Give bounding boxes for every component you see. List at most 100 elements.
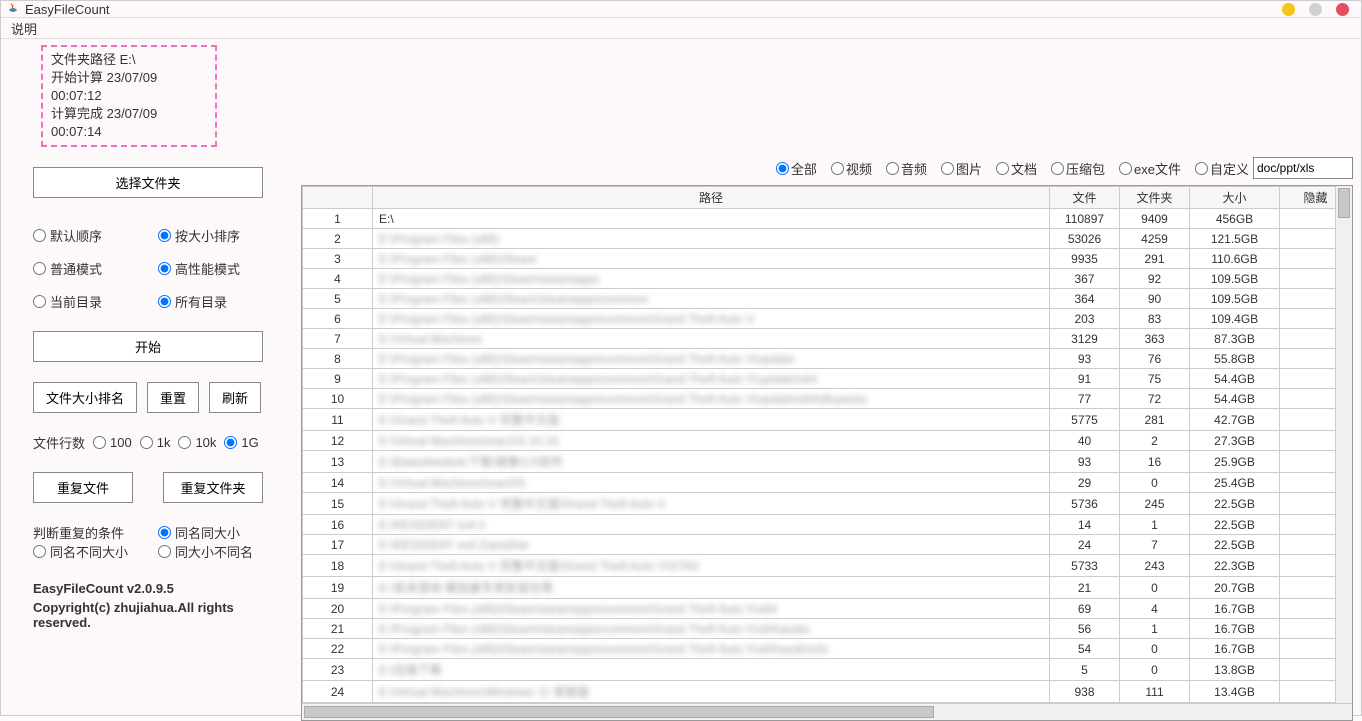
rows-1k-radio[interactable] [140, 436, 153, 449]
status-start: 开始计算 23/07/09 00:07:12 [51, 69, 207, 105]
table-row[interactable]: 14E:\Virtual Machines\macOS29025.4GB [303, 473, 1352, 493]
cell-index: 11 [303, 409, 373, 431]
table-container: 路径 文件 文件夹 大小 隐藏 1E:\1108979409456GB2E:\P… [301, 185, 1353, 721]
table-row[interactable]: 16E:\RESIDENT evil 214122.5GB [303, 515, 1352, 535]
rank-button[interactable]: 文件大小排名 [33, 382, 137, 413]
mode-high-radio[interactable]: 高性能模式 [158, 259, 283, 278]
titlebar: EasyFileCount [1, 1, 1361, 17]
filter-all-radio[interactable]: 全部 [776, 159, 817, 178]
table-row[interactable]: 17E:\RESIDENT evil 2\another24722.5GB [303, 535, 1352, 555]
window: EasyFileCount 说明 文件夹 路径 E:\ 开始计算 23/07/09… [0, 0, 1362, 716]
filter-archive-radio[interactable]: 压缩包 [1051, 159, 1105, 178]
dir-current-radio[interactable]: 当前目录 [33, 292, 158, 311]
col-files-header[interactable]: 文件 [1050, 187, 1120, 209]
cell-files: 93 [1050, 451, 1120, 473]
menu-help[interactable]: 说明 [3, 17, 45, 40]
col-dirs-header[interactable]: 文件夹 [1120, 187, 1190, 209]
cell-files: 5733 [1050, 555, 1120, 577]
cell-dirs: 90 [1120, 289, 1190, 309]
vertical-scroll-thumb[interactable] [1338, 188, 1350, 218]
table-header-row: 路径 文件 文件夹 大小 隐藏 [303, 187, 1352, 209]
table-row[interactable]: 1E:\1108979409456GB [303, 209, 1352, 229]
cell-files: 938 [1050, 681, 1120, 703]
cell-files: 364 [1050, 289, 1120, 309]
horizontal-scroll-thumb[interactable] [304, 706, 934, 718]
dir-all-radio[interactable]: 所有目录 [158, 292, 283, 311]
filter-custom-input[interactable] [1253, 157, 1353, 179]
table-row[interactable]: 11E:\Grand Theft Auto V 完整中文版577528142.7… [303, 409, 1352, 431]
table-row[interactable]: 3E:\Program Files (x86)\Steam9935291110.… [303, 249, 1352, 269]
select-folder-button[interactable]: 选择文件夹 [33, 167, 263, 198]
cell-index: 4 [303, 269, 373, 289]
reset-button[interactable]: 重置 [147, 382, 199, 413]
status-done: 计算完成 23/07/09 00:07:14 [51, 105, 207, 141]
cond-label: 判断重复的条件 [33, 523, 158, 542]
cell-index: 23 [303, 659, 373, 681]
table-row[interactable]: 4E:\Program Files (x86)\Steam\steamapps3… [303, 269, 1352, 289]
cell-index: 9 [303, 369, 373, 389]
cell-dirs: 291 [1120, 249, 1190, 269]
table-row[interactable]: 15E:\Grand Theft Auto V 完整中文版\Grand Thef… [303, 493, 1352, 515]
filter-video-radio[interactable]: 视频 [831, 159, 872, 178]
rows-100-radio[interactable] [93, 436, 106, 449]
minimize-button[interactable] [1282, 3, 1295, 16]
cond-name-size-radio[interactable]: 同名同大小 [158, 523, 283, 542]
cell-path: E:\Program Files (x86)\Steam\steamapps\c… [373, 619, 1050, 639]
maximize-button[interactable] [1309, 3, 1322, 16]
cell-size: 109.4GB [1190, 309, 1280, 329]
horizontal-scrollbar[interactable] [302, 703, 1352, 720]
filter-doc-radio[interactable]: 文档 [996, 159, 1037, 178]
sort-default-radio[interactable]: 默认顺序 [33, 226, 158, 245]
version-label: EasyFileCount v2.0.9.5 [33, 581, 283, 596]
start-button[interactable]: 开始 [33, 331, 263, 362]
cond-name-notsize-radio[interactable]: 同名不同大小 [33, 542, 158, 561]
close-button[interactable] [1336, 3, 1349, 16]
table-row[interactable]: 2E:\Program Files (x86)530264259121.5GB [303, 229, 1352, 249]
table-row[interactable]: 18E:\Grand Theft Auto V 完整中文版\Grand Thef… [303, 555, 1352, 577]
cell-path: E:\Virtual Machines\macOS [373, 473, 1050, 493]
table-row[interactable]: 22E:\Program Files (x86)\Steam\steamapps… [303, 639, 1352, 659]
col-path-header[interactable]: 路径 [373, 187, 1050, 209]
refresh-button[interactable]: 刷新 [209, 382, 261, 413]
table-row[interactable]: 5E:\Program Files (x86)\Steam\steamapps\… [303, 289, 1352, 309]
table-scroll: 路径 文件 文件夹 大小 隐藏 1E:\1108979409456GB2E:\P… [302, 186, 1352, 703]
table-row[interactable]: 19E:\安卓游戏 模拟器专用安装包等21020.7GB [303, 577, 1352, 599]
sort-size-radio[interactable]: 按大小排序 [158, 226, 283, 245]
filter-custom-radio[interactable]: 自定义 [1195, 159, 1249, 178]
vertical-scrollbar[interactable] [1335, 186, 1352, 703]
table-row[interactable]: 13E:\BaiduNetdisk\下载\镜像\CS软件931625.9GB [303, 451, 1352, 473]
cell-files: 53026 [1050, 229, 1120, 249]
cell-files: 69 [1050, 599, 1120, 619]
dup-files-button[interactable]: 重复文件 [33, 472, 133, 503]
table-row[interactable]: 9E:\Program Files (x86)\Steam\steamapps\… [303, 369, 1352, 389]
col-index-header[interactable] [303, 187, 373, 209]
table-row[interactable]: 21E:\Program Files (x86)\Steam\steamapps… [303, 619, 1352, 639]
cell-index: 7 [303, 329, 373, 349]
cell-size: 121.5GB [1190, 229, 1280, 249]
java-icon [5, 1, 21, 17]
cell-path: E:\Program Files (x86)\Steam\steamapps\c… [373, 639, 1050, 659]
cell-index: 20 [303, 599, 373, 619]
cond-size-notname-radio[interactable]: 同大小不同名 [158, 542, 283, 561]
mode-normal-radio[interactable]: 普通模式 [33, 259, 158, 278]
table-row[interactable]: 8E:\Program Files (x86)\Steam\steamapps\… [303, 349, 1352, 369]
table-row[interactable]: 23E:\压缩下载5013.8GB [303, 659, 1352, 681]
table-row[interactable]: 24E:\Virtual Machines\Windows 11 家庭版9381… [303, 681, 1352, 703]
table-row[interactable]: 6E:\Program Files (x86)\Steam\steamapps\… [303, 309, 1352, 329]
filter-audio-radio[interactable]: 音频 [886, 159, 927, 178]
table-row[interactable]: 10E:\Program Files (x86)\Steam\steamapps… [303, 389, 1352, 409]
cell-path: E:\ [373, 209, 1050, 229]
table-row[interactable]: 20E:\Program Files (x86)\Steam\steamapps… [303, 599, 1352, 619]
rows-1g-radio[interactable] [224, 436, 237, 449]
filter-exe-radio[interactable]: exe文件 [1119, 159, 1181, 178]
cell-size: 109.5GB [1190, 269, 1280, 289]
table-row[interactable]: 12E:\Virtual Machines\macOS 10.1540227.3… [303, 431, 1352, 451]
cell-size: 110.6GB [1190, 249, 1280, 269]
filter-image-radio[interactable]: 图片 [941, 159, 982, 178]
dup-dirs-button[interactable]: 重复文件夹 [163, 472, 263, 503]
cell-size: 22.5GB [1190, 515, 1280, 535]
cell-path: E:\Program Files (x86)\Steam\steamapps\c… [373, 349, 1050, 369]
col-size-header[interactable]: 大小 [1190, 187, 1280, 209]
table-row[interactable]: 7E:\Virtual Machines312936387.3GB [303, 329, 1352, 349]
rows-10k-radio[interactable] [178, 436, 191, 449]
